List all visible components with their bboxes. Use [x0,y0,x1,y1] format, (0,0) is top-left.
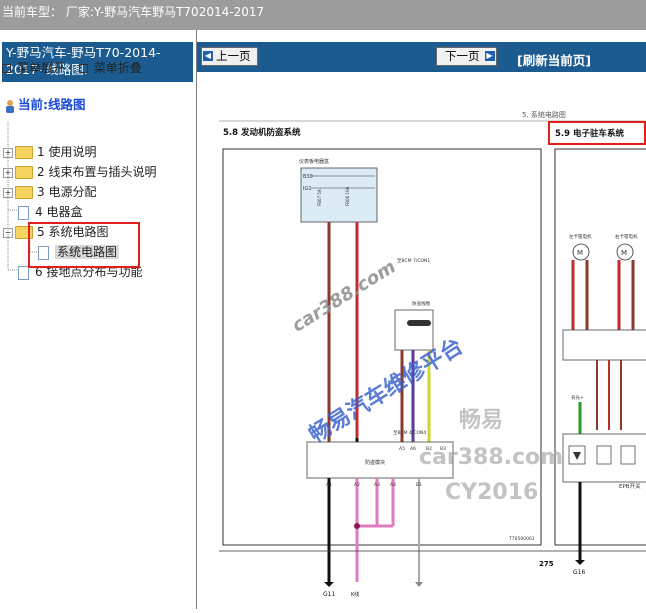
svg-text:至BCM 4/CON4: 至BCM 4/CON4 [393,430,426,436]
svg-text:左卡钳电机: 左卡钳电机 [569,233,592,240]
svg-text:右卡钳电机: 右卡钳电机 [615,233,638,240]
collapse-icon[interactable]: − [3,227,13,238]
kline-label: K线 [351,591,359,598]
svg-text:至BCM 7/CON1: 至BCM 7/CON1 [397,258,430,264]
motor-icon-glyph: M [577,249,583,257]
pin-label: A2 [354,482,360,488]
document-icon [18,205,29,220]
pin-label: A3 [374,482,380,488]
arrow-left-icon: ◀ [203,51,213,61]
svg-text:IG1: IG1 [303,186,312,192]
svg-text:背光+: 背光+ [571,394,584,401]
current-section: 当前:线路图 [4,94,86,113]
expand-icon [2,64,11,73]
main-content: ◀ 上一页 下一页 ▶ [刷新当前页] 5. 系统电路图 5.8 发动机防盗系统 5… [197,30,646,609]
pin-label: A5 [399,446,405,452]
folder-icon [15,146,33,159]
watermark: car388.com [419,445,564,470]
collapse-icon [78,64,88,73]
pin-label: A6 [410,446,416,452]
svg-text:防盗模块: 防盗模块 [365,459,385,466]
tree-item-power[interactable]: +3 电源分配 [3,183,96,201]
next-page-button[interactable]: 下一页 ▶ [436,47,497,66]
ground-g16-label: G16 [573,569,585,576]
left-section-title: 5.8 发动机防盗系统 [223,127,301,138]
title-bar: 当前车型： 厂家:Y-野马汽车野马T702014-2017 [0,0,646,30]
pin-label: A1 [326,482,332,488]
tree-item-usage[interactable]: +1 使用说明 [3,143,96,161]
pin-label: B1 [416,482,422,488]
coil-icon [407,320,431,326]
diagram-header: 5. 系统电路图 [522,110,566,119]
doc-code: T70500001 [508,536,535,542]
epb-switch [562,433,646,483]
collapse-menu-button[interactable]: 菜单折叠 [78,61,142,75]
highlight-box [28,222,140,268]
svg-text:防盗线圈: 防盗线圈 [412,300,430,307]
expand-icon[interactable]: + [3,187,13,198]
menu-controls: 菜单展开 菜单折叠 [2,59,152,76]
folder-icon [15,166,33,179]
page-number: 275 [539,560,554,568]
arrow-right-icon: ▶ [484,51,495,61]
svg-text:B30: B30 [303,174,313,180]
expand-menu-button[interactable]: 菜单展开 [2,61,65,75]
fuse-box-label: 仪表板电器盒 [299,158,329,165]
watermark: 畅易 [459,408,504,433]
user-icon [6,99,14,113]
right-section-title: 5.9 电子驻车系统 [555,128,625,139]
page-navigation: ◀ 上一页 下一页 ▶ [刷新当前页] [197,42,646,72]
svg-text:FB06 10A: FB06 10A [345,187,350,206]
vehicle-title: 当前车型： 厂家:Y-野马汽车野马T702014-2017 [2,5,265,19]
expand-icon[interactable]: + [3,147,13,158]
prev-page-button[interactable]: ◀ 上一页 [201,47,258,66]
pin-label: A4 [390,482,396,488]
tree-item-harness[interactable]: +2 线束布置与插头说明 [3,163,156,181]
svg-text:FB07 5A: FB07 5A [317,189,322,206]
folder-icon [15,186,33,199]
expand-icon[interactable]: + [3,167,13,178]
epb-label: EPB开关 [619,482,641,490]
refresh-link[interactable]: [刷新当前页] [517,50,591,69]
motor-icon-glyph: M [621,249,627,257]
watermark: CY2016 [445,480,539,505]
tree-item-electrical-box[interactable]: 4 电器盒 [18,203,82,221]
circuit-diagram: 5. 系统电路图 5.8 发动机防盗系统 5.9 电子驻车系统 仪表板电器盒 B… [197,90,646,609]
ground-g11-label: G11 [323,591,335,598]
